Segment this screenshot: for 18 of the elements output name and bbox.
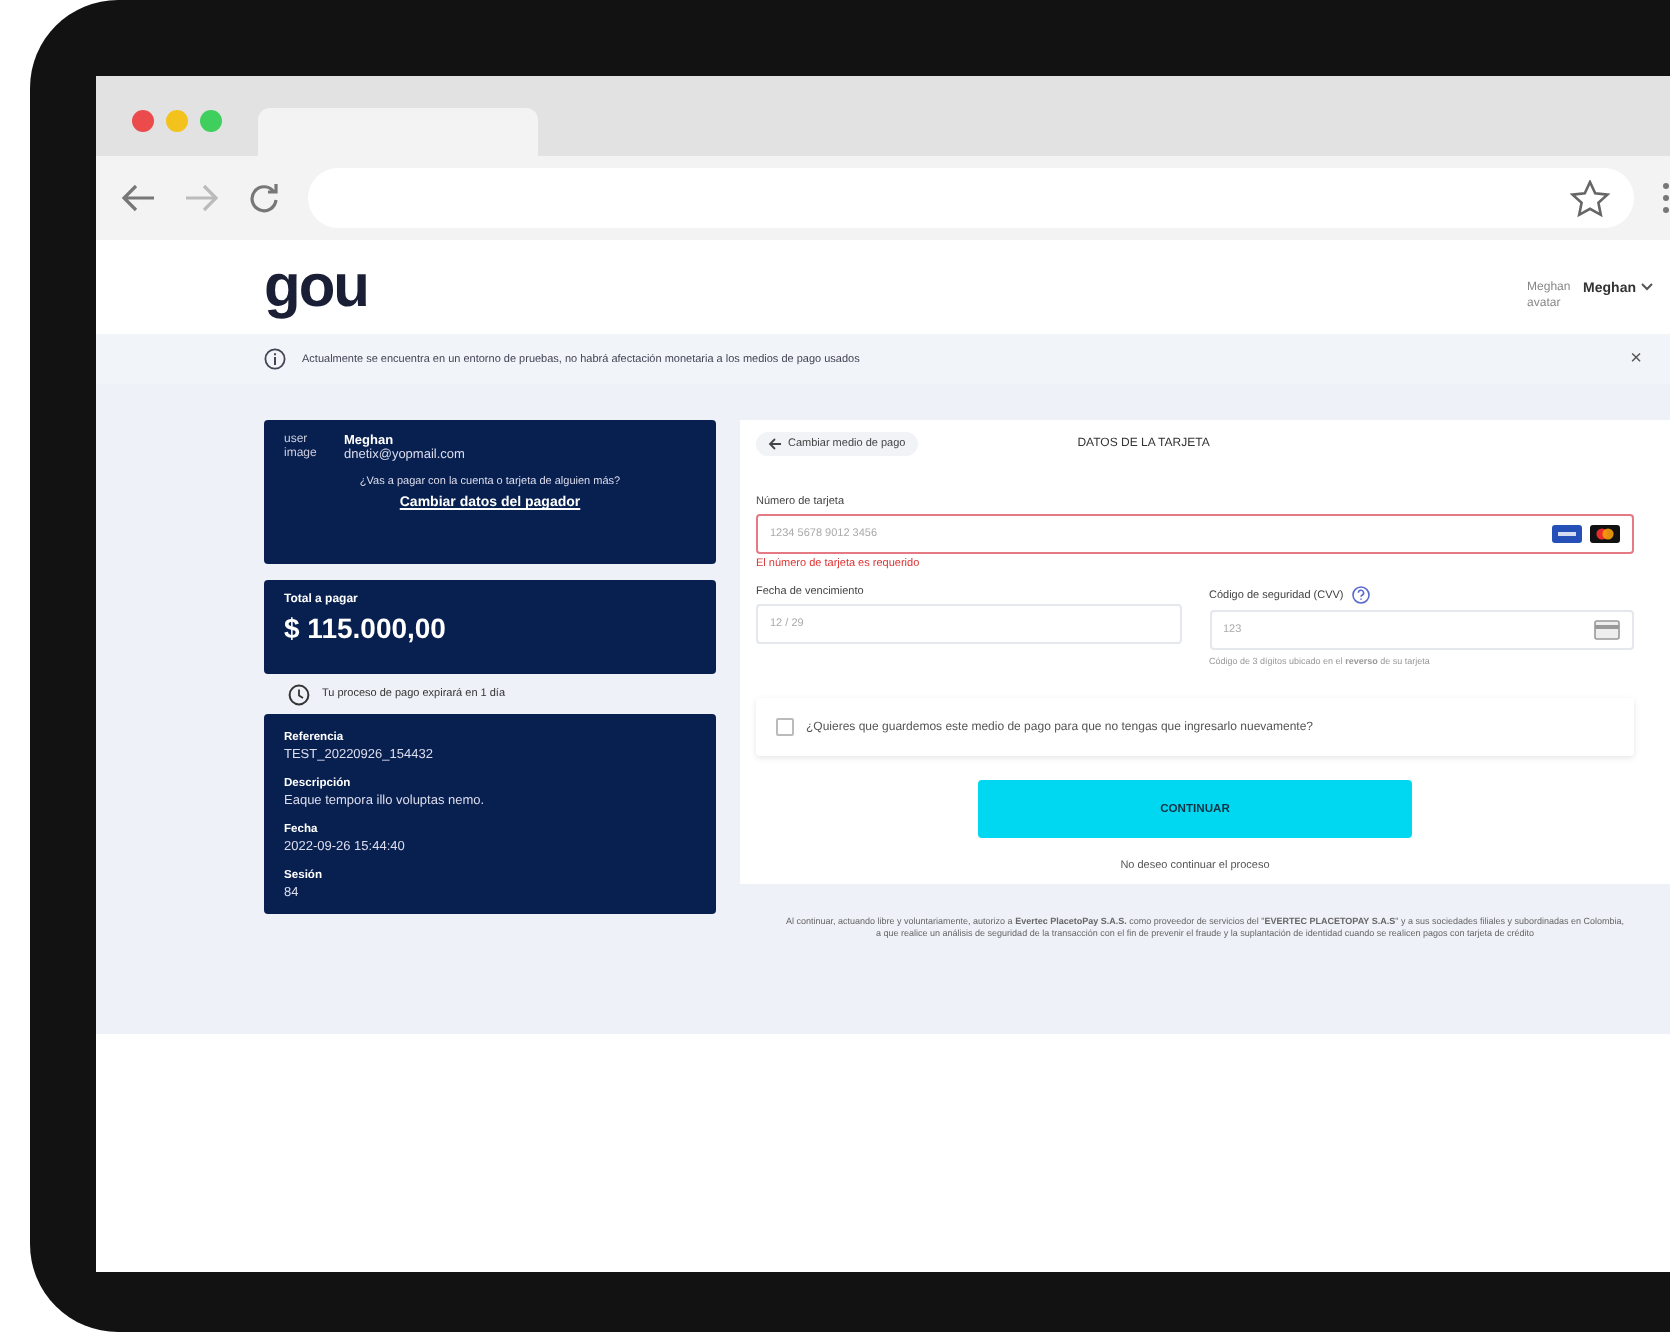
more-options-icon[interactable] (1662, 182, 1670, 214)
help-icon[interactable] (1351, 586, 1370, 604)
forward-arrow-icon[interactable] (184, 184, 220, 212)
back-arrow-icon[interactable] (120, 184, 156, 212)
chevron-down-icon[interactable] (1640, 282, 1654, 293)
reload-icon[interactable] (248, 182, 280, 214)
close-button[interactable]: × (1630, 348, 1642, 370)
info-icon (264, 348, 286, 370)
clock-icon (288, 683, 310, 705)
total-amount: $ 115.000,00 (284, 612, 448, 644)
minimize-dot-icon[interactable] (166, 110, 188, 132)
card-back-icon (1594, 620, 1620, 640)
star-icon[interactable] (1570, 179, 1610, 217)
back-arrow-icon (768, 438, 782, 450)
save-method-checkbox[interactable] (776, 718, 794, 736)
gou-logo: gou (264, 257, 368, 317)
close-dot-icon[interactable] (132, 110, 154, 132)
maximize-dot-icon[interactable] (200, 110, 222, 132)
